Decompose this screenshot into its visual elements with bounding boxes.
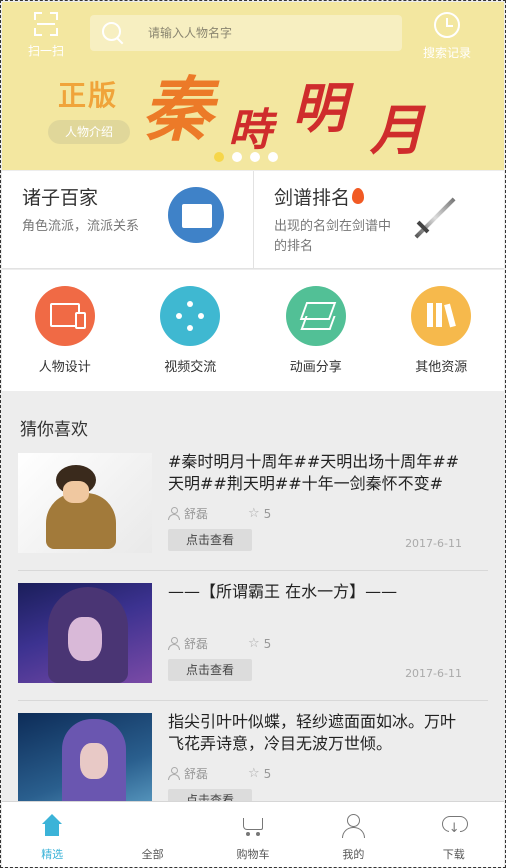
item-stars: 5 bbox=[263, 506, 272, 521]
scan-icon bbox=[34, 12, 58, 36]
feature-card-sword-ranking[interactable]: 剑谱排名 出现的名剑在剑谱中 的排名 bbox=[253, 171, 504, 268]
banner-title-logo: 秦 時 明 月 bbox=[142, 68, 424, 162]
item-title: #秦时明月十周年##天明出场十周年##天明##荆天明##十年一剑秦怀不变# bbox=[168, 452, 460, 493]
item-title: ——【所谓霸王 在水一方】—— bbox=[168, 582, 398, 601]
tab-me[interactable]: 我的 bbox=[303, 802, 403, 867]
feature-desc: 出现的名剑在剑谱中 的排名 bbox=[274, 219, 392, 254]
tab-featured[interactable]: 精选 bbox=[2, 802, 102, 867]
search-input[interactable] bbox=[148, 26, 378, 40]
tab-download[interactable]: 下载 bbox=[404, 802, 504, 867]
tab-label: 我的 bbox=[342, 848, 365, 861]
search-history-button[interactable]: 搜索记录 bbox=[416, 12, 478, 61]
item-author: 舒磊 bbox=[184, 767, 209, 781]
tab-label: 全部 bbox=[141, 848, 164, 861]
item-author: 舒磊 bbox=[184, 637, 209, 651]
category-resources[interactable]: 其他资源 bbox=[379, 270, 505, 391]
star-icon: ☆ bbox=[248, 766, 260, 781]
item-author: 舒磊 bbox=[184, 507, 209, 521]
category-grid: 人物设计 视频交流 动画分享 其他资源 bbox=[2, 270, 504, 391]
recommend-list: #秦时明月十周年##天明出场十周年##天明##荆天明##十年一剑秦怀不变# 舒磊… bbox=[2, 441, 504, 831]
book-icon bbox=[168, 187, 224, 243]
tab-cart[interactable]: 购物车 bbox=[203, 802, 303, 867]
grid-icon bbox=[141, 814, 165, 838]
view-button[interactable]: 点击查看 bbox=[168, 529, 252, 551]
carousel-dots bbox=[214, 152, 278, 162]
video-icon bbox=[160, 286, 221, 346]
feature-title: 剑谱排名 bbox=[274, 183, 365, 210]
category-label: 其他资源 bbox=[415, 360, 468, 375]
category-label: 人物设计 bbox=[38, 360, 91, 375]
tab-label: 下载 bbox=[442, 848, 465, 861]
thumbnail-image[interactable] bbox=[18, 583, 152, 683]
category-character-design[interactable]: 人物设计 bbox=[2, 270, 128, 391]
thumbnail-image[interactable] bbox=[18, 453, 152, 553]
tab-label: 购物车 bbox=[236, 848, 270, 861]
app-screen: 扫一扫 搜索记录 正版 人物介绍 秦 時 明 月 诸子百家 角色流派，流派关系 bbox=[0, 0, 506, 868]
feature-title: 诸子百家 bbox=[22, 187, 99, 209]
user-icon bbox=[168, 507, 180, 520]
item-stars: 5 bbox=[263, 766, 272, 781]
feature-desc: 角色流派，流派关系 bbox=[22, 219, 140, 234]
item-date: 2017-6-11 bbox=[405, 537, 462, 550]
item-stars: 5 bbox=[263, 636, 272, 651]
user-icon bbox=[168, 637, 180, 650]
item-meta: 舒磊 ☆ 5 bbox=[168, 505, 271, 522]
search-bar[interactable] bbox=[90, 15, 402, 51]
carousel-dot[interactable] bbox=[232, 152, 242, 162]
item-title: 指尖引叶叶似蝶，轻纱遮面面如冰。万叶飞花弄诗意，冷目无波万世倾。 bbox=[168, 712, 457, 753]
bottom-tab-bar: 精选 全部 购物车 我的 下载 bbox=[2, 801, 504, 867]
user-icon bbox=[341, 814, 366, 838]
cloud-download-icon bbox=[441, 814, 468, 838]
category-label: 动画分享 bbox=[289, 360, 342, 375]
thumbnail-image[interactable] bbox=[18, 713, 152, 813]
layers-icon bbox=[285, 286, 346, 346]
feature-card-schools[interactable]: 诸子百家 角色流派，流派关系 bbox=[2, 171, 253, 268]
cart-icon bbox=[241, 814, 265, 838]
feature-cards: 诸子百家 角色流派，流派关系 剑谱排名 出现的名剑在剑谱中 的排名 bbox=[2, 171, 504, 269]
star-icon: ☆ bbox=[248, 636, 260, 651]
item-date: 2017-6-11 bbox=[405, 667, 462, 680]
category-animation[interactable]: 动画分享 bbox=[253, 270, 379, 391]
sword-image bbox=[404, 189, 462, 247]
item-meta: 舒磊 ☆ 5 bbox=[168, 765, 271, 782]
books-icon bbox=[411, 286, 472, 346]
ui-icon bbox=[34, 286, 95, 346]
scan-label: 扫一扫 bbox=[27, 44, 64, 58]
user-icon bbox=[168, 767, 180, 780]
scan-button[interactable]: 扫一扫 bbox=[20, 12, 72, 59]
carousel-dot[interactable] bbox=[268, 152, 278, 162]
category-label: 视频交流 bbox=[164, 360, 217, 375]
fire-icon bbox=[352, 188, 365, 204]
list-item[interactable]: ——【所谓霸王 在水一方】—— 舒磊 ☆ 5 点击查看 2017-6-11 bbox=[18, 571, 488, 701]
list-item[interactable]: #秦时明月十周年##天明出场十周年##天明##荆天明##十年一剑秦怀不变# 舒磊… bbox=[18, 441, 488, 571]
banner-carousel[interactable]: 扫一扫 搜索记录 正版 人物介绍 秦 時 明 月 bbox=[2, 2, 504, 170]
section-title: 猜你喜欢 bbox=[20, 420, 88, 440]
home-icon bbox=[40, 814, 64, 838]
view-button[interactable]: 点击查看 bbox=[168, 659, 252, 681]
carousel-dot[interactable] bbox=[250, 152, 260, 162]
star-icon: ☆ bbox=[248, 506, 260, 521]
tab-label: 精选 bbox=[41, 848, 64, 861]
search-icon bbox=[100, 20, 126, 46]
tab-all[interactable]: 全部 bbox=[102, 802, 202, 867]
banner-badge: 正版 bbox=[58, 79, 119, 112]
clock-icon bbox=[434, 12, 460, 38]
item-meta: 舒磊 ☆ 5 bbox=[168, 635, 271, 652]
category-video[interactable]: 视频交流 bbox=[128, 270, 254, 391]
carousel-dot[interactable] bbox=[214, 152, 224, 162]
character-intro-button[interactable]: 人物介绍 bbox=[48, 120, 130, 144]
